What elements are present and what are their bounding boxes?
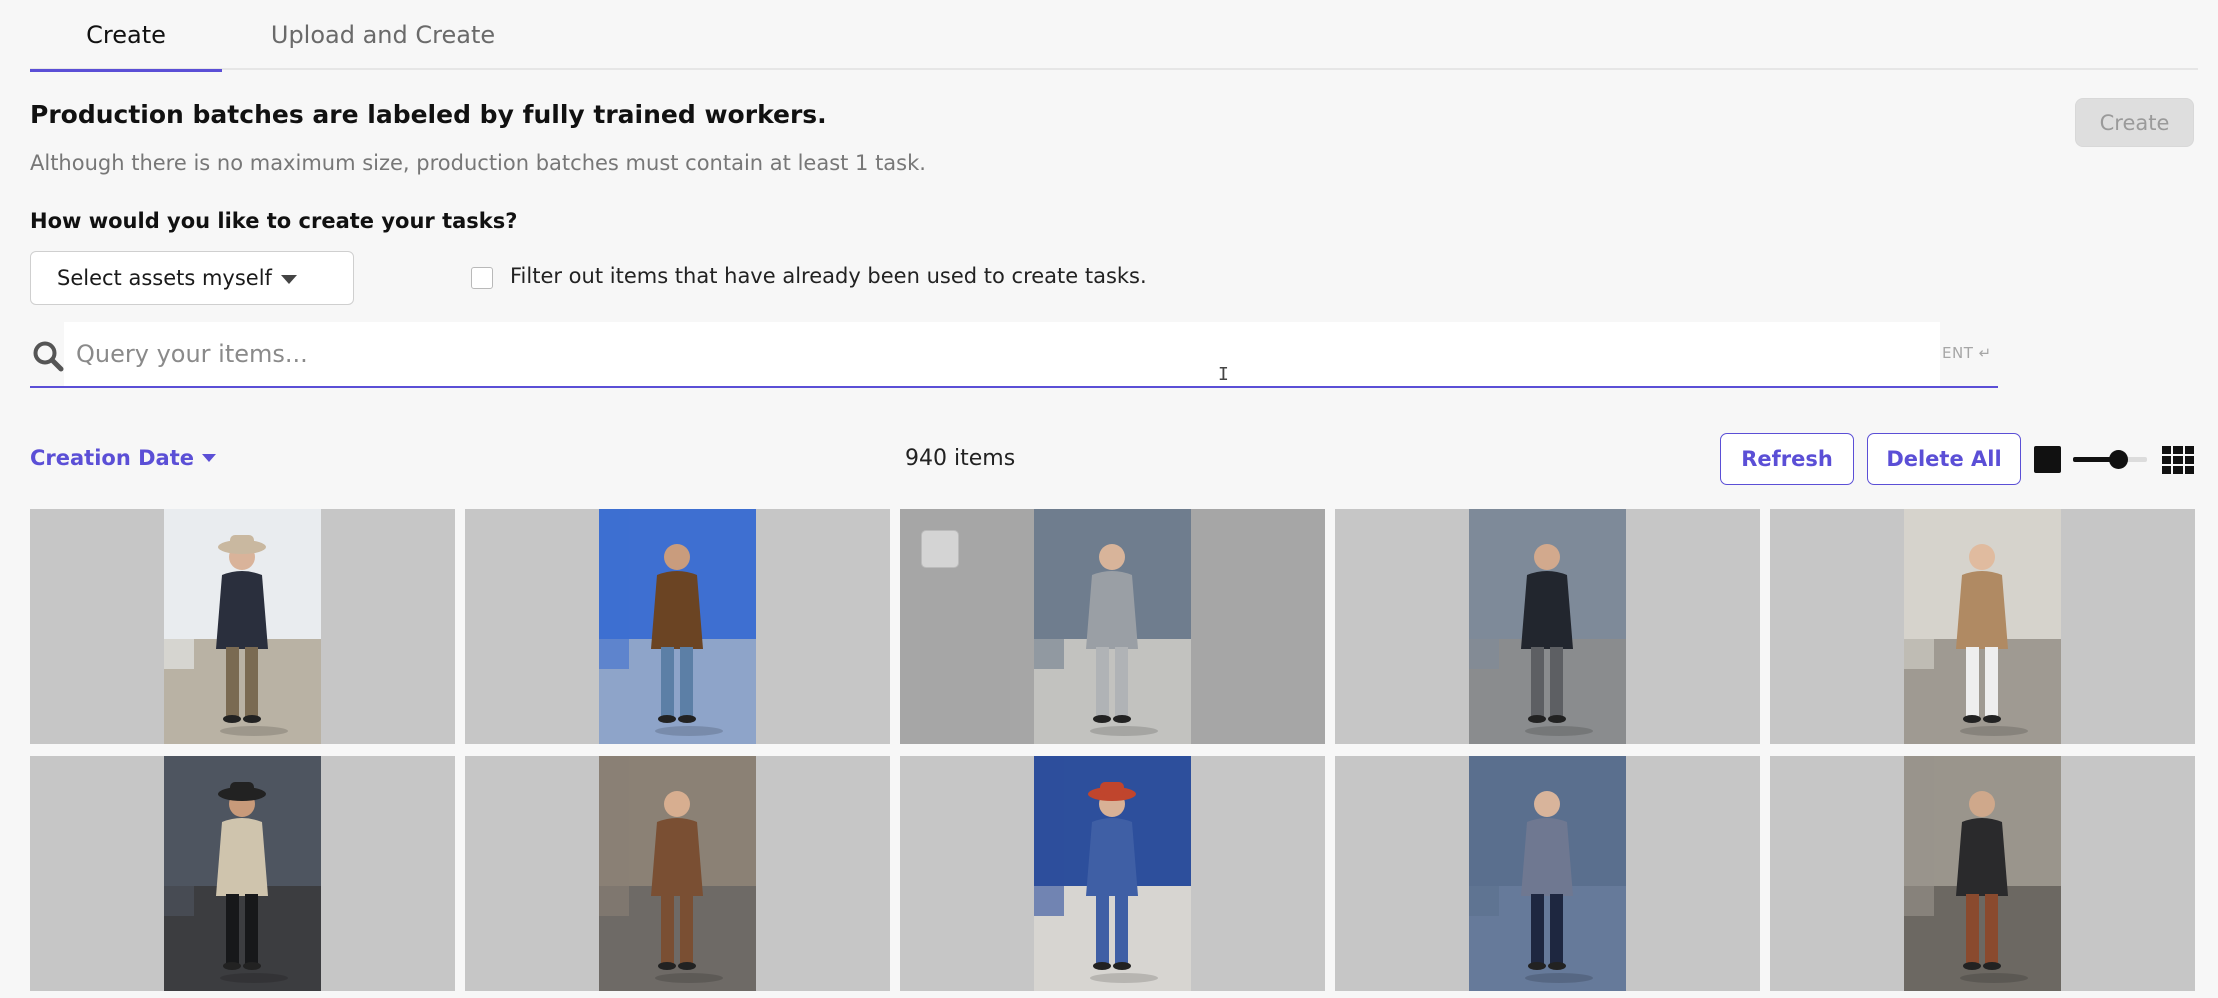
thumbnail-size-slider[interactable] [2073,446,2147,472]
item-thumbnail [164,756,321,991]
item-thumbnail [1034,756,1191,991]
sort-label: Creation Date [30,446,194,470]
tab-bar: Create Upload and Create [30,0,2198,72]
item-card[interactable] [900,509,1325,744]
filter-used-items-label[interactable]: Filter out items that have already been … [510,264,1147,288]
page-title: Production batches are labeled by fully … [30,100,827,129]
enter-key-hint: ENT ↵ [1942,344,1992,362]
item-thumbnail [1904,509,2061,744]
item-thumbnail [1034,509,1191,744]
item-card[interactable] [30,509,455,744]
item-select-checkbox[interactable] [921,530,959,568]
creation-method-question: How would you like to create your tasks? [30,209,518,233]
sort-dropdown[interactable]: Creation Date [30,446,216,470]
text-cursor-icon: I [1218,364,1229,385]
item-thumbnail [599,509,756,744]
refresh-button[interactable]: Refresh [1720,433,1854,485]
grid-view-icon[interactable] [2162,446,2194,474]
tab-create[interactable]: Create [30,0,222,72]
item-card[interactable] [1335,509,1760,744]
item-card[interactable] [1770,756,2195,991]
item-thumbnail [1469,509,1626,744]
item-thumbnail [1469,756,1626,991]
large-thumbnail-icon[interactable] [2034,446,2061,473]
item-card[interactable] [1335,756,1760,991]
creation-method-select[interactable]: Select assets myself [30,251,354,305]
query-input[interactable] [64,322,1940,386]
item-thumbnail [1904,756,2061,991]
delete-all-button[interactable]: Delete All [1867,433,2021,485]
item-count: 940 items [905,446,1016,471]
batch-create-page: Create Upload and Create Production batc… [0,0,2218,998]
creation-method-value: Select assets myself [57,266,272,290]
item-card[interactable] [900,756,1325,991]
caret-down-icon [281,275,297,284]
create-button[interactable]: Create [2075,98,2194,147]
page-subtitle: Although there is no maximum size, produ… [30,151,926,175]
item-card[interactable] [30,756,455,991]
filter-used-items-checkbox[interactable] [471,267,493,289]
caret-down-icon [202,454,216,462]
item-card[interactable] [465,756,890,991]
item-card[interactable] [1770,509,2195,744]
search-icon [33,341,64,372]
item-thumbnail [599,756,756,991]
slider-handle[interactable] [2109,450,2128,469]
item-thumbnail [164,509,321,744]
tab-upload-and-create[interactable]: Upload and Create [248,0,518,70]
query-bar: ENT ↵ [30,322,1998,388]
item-card[interactable] [465,509,890,744]
